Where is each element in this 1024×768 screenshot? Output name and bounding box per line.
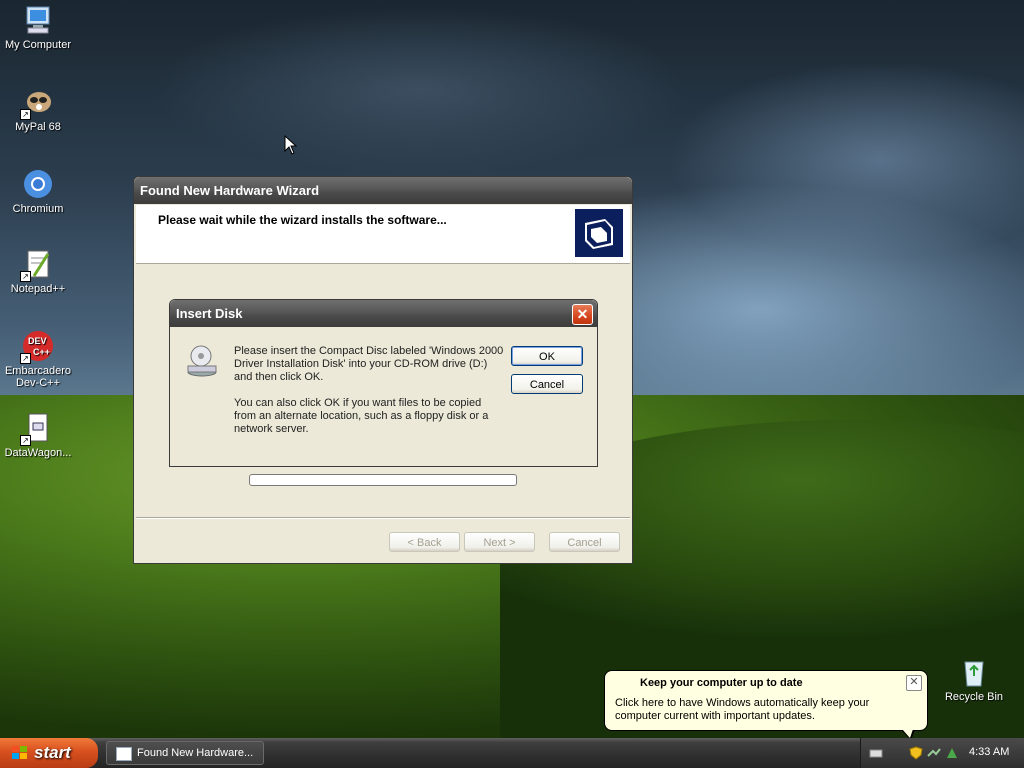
- shortcut-arrow-icon: ↗: [20, 435, 31, 446]
- insert-disk-message: Please insert the Compact Disc labeled '…: [234, 345, 504, 383]
- svg-text:C++: C++: [33, 347, 50, 357]
- security-shield-icon[interactable]: [909, 746, 923, 760]
- start-label: start: [34, 743, 71, 762]
- wizard-title[interactable]: Found New Hardware Wizard: [134, 177, 632, 204]
- shortcut-arrow-icon: ↗: [20, 353, 31, 364]
- windows-flag-icon: [12, 746, 27, 759]
- desktop-icon-label: DataWagon...: [4, 447, 72, 459]
- devcpp-icon: DEV C++ ↗: [20, 330, 54, 364]
- desktop-icon-label: Chromium: [12, 203, 64, 215]
- shortcut-arrow-icon: ↗: [20, 271, 31, 282]
- svg-text:DEV: DEV: [28, 336, 47, 346]
- next-button[interactable]: Next >: [464, 532, 535, 552]
- balloon-tail-fill: [902, 729, 913, 738]
- network-icon[interactable]: [927, 746, 941, 760]
- install-progress-bar: [249, 474, 517, 486]
- cd-drive-icon: [186, 344, 218, 378]
- insert-disk-title[interactable]: Insert Disk: [170, 300, 597, 327]
- hardware-wizard-icon: [574, 208, 624, 258]
- keyboard-icon[interactable]: [869, 746, 883, 760]
- desktop-icon-my-computer[interactable]: My Computer: [0, 4, 78, 51]
- desktop-icon-label: Notepad++: [10, 283, 66, 295]
- chromium-icon: [22, 168, 54, 200]
- clock[interactable]: 4:33 AM: [969, 746, 1009, 758]
- desktop-icon-datawagon[interactable]: ↗ DataWagon...: [0, 412, 78, 459]
- ok-button[interactable]: OK: [511, 346, 583, 366]
- desktop-icon-label: Recycle Bin: [944, 691, 1004, 703]
- update-balloon[interactable]: Keep your computer up to date Click here…: [604, 670, 928, 740]
- wizard-header: Please wait while the wizard installs th…: [136, 205, 630, 264]
- updates-icon[interactable]: [945, 746, 959, 760]
- desktop-icon-label: MyPal 68: [15, 121, 61, 133]
- taskbar-button-label: Found New Hardware...: [137, 747, 254, 759]
- desktop-icon-recycle-bin[interactable]: Recycle Bin: [934, 656, 1014, 703]
- notepadpp-icon: ↗: [20, 248, 54, 282]
- system-tray: 4:33 AM: [860, 738, 1024, 768]
- start-button[interactable]: start: [0, 738, 98, 768]
- computer-icon: [22, 4, 54, 36]
- mypal-icon: ↗: [20, 86, 54, 120]
- taskbar-button-wizard[interactable]: Found New Hardware...: [106, 741, 264, 765]
- balloon-close-icon[interactable]: ✕: [906, 675, 922, 691]
- desktop-icon-label: Embarcadero Dev-C++: [4, 365, 72, 389]
- desktop-icon-devcpp[interactable]: DEV C++ ↗ Embarcadero Dev-C++: [0, 330, 78, 389]
- desktop-icon-label: My Computer: [4, 39, 72, 51]
- desktop-icon-notepadpp[interactable]: ↗ Notepad++: [0, 248, 78, 295]
- wizard-header-text: Please wait while the wizard installs th…: [158, 213, 447, 227]
- cancel-button[interactable]: Cancel: [511, 374, 583, 394]
- wizard-cancel-button[interactable]: Cancel: [549, 532, 620, 552]
- back-button[interactable]: < Back: [389, 532, 460, 552]
- insert-disk-dialog: Insert Disk ✕ Please insert the Compact …: [169, 299, 598, 467]
- close-icon[interactable]: ✕: [572, 304, 593, 325]
- balloon-title: Keep your computer up to date: [640, 677, 803, 689]
- balloon-text[interactable]: Click here to have Windows automatically…: [615, 697, 915, 723]
- desktop-icon-mypal[interactable]: ↗ MyPal 68: [0, 86, 78, 133]
- datawagon-icon: ↗: [20, 412, 54, 446]
- mouse-cursor-icon: [284, 135, 298, 155]
- shortcut-arrow-icon: ↗: [20, 109, 31, 120]
- insert-disk-alt-message: You can also click OK if you want files …: [234, 397, 489, 435]
- recycle-bin-icon: [958, 656, 990, 688]
- desktop-icon-chromium[interactable]: Chromium: [0, 168, 78, 215]
- window-icon: [116, 747, 132, 761]
- wizard-divider: [136, 517, 630, 519]
- taskbar: start Found New Hardware... 4:33 AM: [0, 738, 1024, 768]
